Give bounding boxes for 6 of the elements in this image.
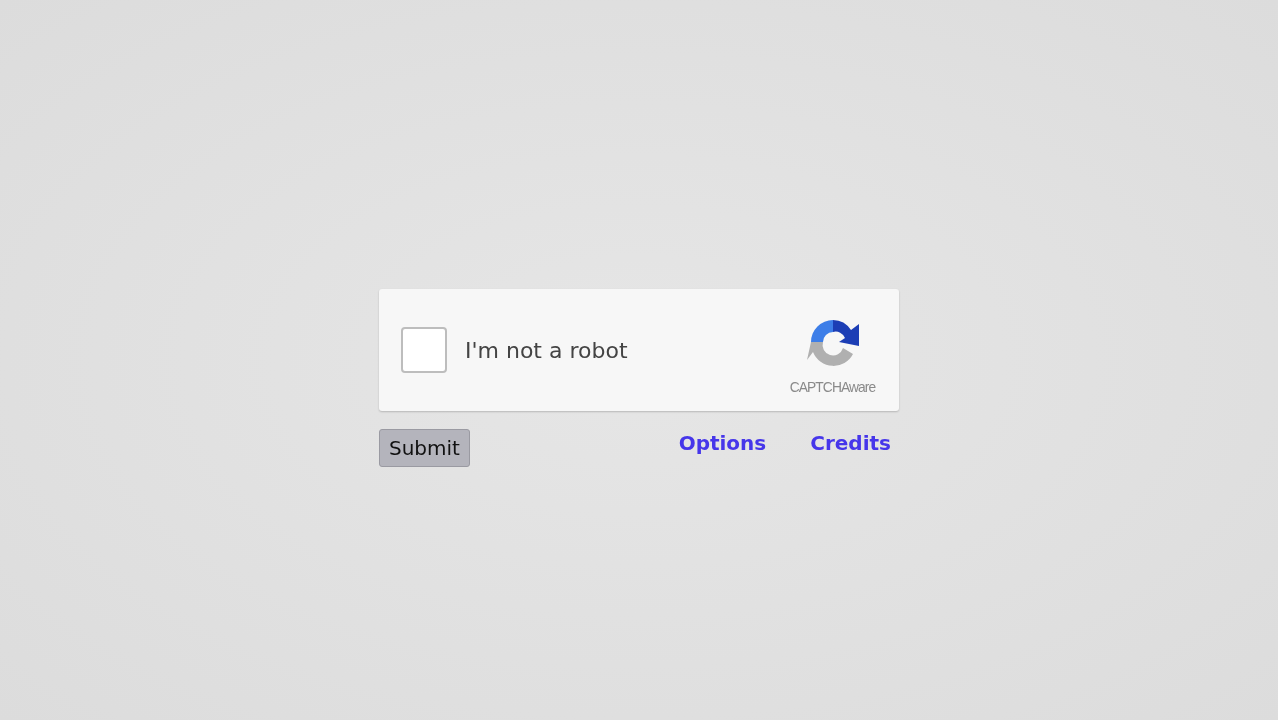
- checkbox-label: I'm not a robot: [465, 337, 629, 363]
- brand-name: CAPTCHAware: [789, 377, 876, 395]
- link[interactable]: Options: [678, 431, 767, 455]
- submit-button[interactable]: Submit: [379, 429, 470, 467]
- checkbox[interactable]: [401, 327, 447, 373]
- link[interactable]: Credits: [810, 431, 891, 455]
